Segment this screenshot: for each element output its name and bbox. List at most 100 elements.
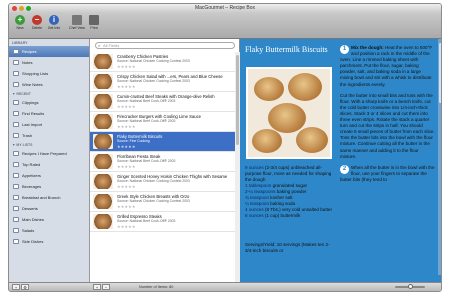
ingredient-quantity: 8 ounces: [245, 213, 264, 218]
recipe-row[interactable]: Cumin-crusted Beef Steaks with Orange-ol…: [90, 92, 240, 112]
ingredient-text: baking soda: [269, 201, 296, 206]
recipe-row[interactable]: Florribean Fiesta Steak Source: National …: [90, 152, 240, 172]
delete-button[interactable]: − Delete: [29, 15, 45, 30]
sidebar-item[interactable]: Salads: [9, 225, 89, 236]
search-placeholder: All Fields: [103, 43, 120, 48]
sidebar-item-label: Wine Notes: [22, 82, 43, 87]
sidebar-item-label: Notes: [22, 60, 33, 65]
add-list-button[interactable]: +: [12, 284, 20, 290]
recipe-row[interactable]: Greek Style Chicken Breasts with Orzo Sou…: [90, 192, 240, 212]
minimize-window-icon[interactable]: [19, 6, 24, 11]
step-number: 1: [340, 45, 349, 54]
list-scroll-thumb[interactable]: [236, 55, 239, 145]
add-recipe-button[interactable]: +: [93, 284, 101, 290]
recipe-thumbnail: [93, 154, 113, 169]
sidebar-item-label: Trash: [22, 133, 33, 138]
sidebar-item[interactable]: Beverages: [9, 181, 89, 192]
rating-stars[interactable]: ★★★★★: [117, 64, 136, 69]
sidebar-item[interactable]: Side Dishes: [9, 236, 89, 247]
sidebar-item-label: Main Dishes: [22, 217, 45, 222]
detail-scrollbar[interactable]: [438, 39, 441, 275]
zoom-slider-knob[interactable]: [408, 284, 413, 289]
new-button[interactable]: + New: [12, 15, 28, 30]
print-button[interactable]: Print: [86, 15, 102, 30]
recipe-thumbnail: [93, 134, 113, 149]
recipe-row-source: Source: National Chicken Cooking Contest…: [117, 79, 190, 83]
recipe-row[interactable]: Firecracker Burgers with Cooling Lime Sa…: [90, 112, 240, 132]
recipe-row[interactable]: Cranberry Chicken Pastries Source: Nation…: [90, 52, 240, 72]
list-icon: [13, 162, 19, 167]
chef-view-button[interactable]: Chef View: [69, 15, 85, 30]
rating-stars[interactable]: ★★★★★: [117, 184, 136, 189]
step-text: When all the butter is in the bowl with …: [340, 164, 435, 182]
recipe-row[interactable]: Flaky Buttermilk Biscuits Source: Fine Co…: [90, 132, 240, 152]
rating-stars[interactable]: ★★★★★: [117, 104, 136, 109]
plus-icon: +: [15, 15, 25, 25]
recipe-row-source: Source: National Chicken Cooking Contest…: [117, 199, 190, 203]
sidebar-item-label: Breakfast and Brunch: [22, 195, 61, 200]
list-icon: [13, 60, 19, 65]
sidebar-item[interactable]: Notes: [9, 57, 89, 68]
rating-stars[interactable]: ★★★★★: [117, 144, 136, 149]
sidebar-item-label: Recipes I Have Prepared: [22, 151, 67, 156]
sidebar-item[interactable]: Main Dishes: [9, 214, 89, 225]
rating-stars[interactable]: ★★★★★: [117, 204, 136, 209]
list-icon: [13, 49, 19, 54]
sidebar-item[interactable]: Clippings: [9, 97, 89, 108]
close-window-icon[interactable]: [12, 6, 17, 11]
remove-recipe-button[interactable]: −: [102, 284, 110, 290]
sidebar-item-label: Desserts: [22, 206, 38, 211]
rating-stars[interactable]: ★★★★★: [117, 124, 136, 129]
recipe-row[interactable]: Grilled Espresso Steaks Source: National …: [90, 212, 240, 232]
list-icon: [13, 195, 19, 200]
recipe-thumbnail: [93, 194, 113, 209]
recipe-row[interactable]: Ginger Scented Honey Hoisin Chicken Thig…: [90, 172, 240, 192]
rating-stars[interactable]: ★★★★★: [117, 224, 136, 229]
recipe-row-source: Source: National Beef Cook-Off® 2003: [117, 159, 176, 163]
direction-step: 2 When all the butter is in the bowl with…: [340, 164, 435, 183]
sidebar-item[interactable]: Shopping Lists: [9, 68, 89, 79]
recipe-row-source: Source: Fine Cooking: [117, 139, 150, 143]
sidebar-item[interactable]: Wine Notes: [9, 79, 89, 90]
recipe-row[interactable]: Crispy Chicken Salad with ...ers, Pears …: [90, 72, 240, 92]
detail-scroll-thumb[interactable]: [439, 43, 441, 103]
list-action-button[interactable]: ⚙: [21, 284, 29, 290]
recipe-detail-pane: Flaky Buttermilk Biscuits 9 ounces (2-3/…: [240, 39, 441, 284]
rating-stars[interactable]: ★★★★★: [117, 164, 136, 169]
sidebar-item[interactable]: Desserts: [9, 203, 89, 214]
list-icon: [13, 239, 19, 244]
recipe-thumbnail: [93, 54, 113, 69]
sidebar-item-label: Top Rated: [22, 162, 41, 167]
sidebar-item[interactable]: Recipes I Have Prepared: [9, 148, 89, 159]
app-window: MacGourmet – Recipe Box + New − Delete i Get …: [8, 3, 442, 292]
list-icon: [13, 173, 19, 178]
sidebar-item[interactable]: Last Import: [9, 119, 89, 130]
search-input[interactable]: ⌕ All Fields: [95, 42, 235, 49]
search-icon: ⌕: [98, 43, 101, 48]
recipe-row-source: Source: National Beef Cook-Off® 2003: [117, 219, 176, 223]
sidebar-item[interactable]: Recipes: [9, 46, 89, 57]
sidebar-item[interactable]: Top Rated: [9, 159, 89, 170]
ingredient-text: (1 cup) buttermilk: [263, 213, 301, 218]
get-info-button[interactable]: i Get Info: [46, 15, 62, 30]
step-lead: Mix the dough:: [351, 45, 384, 50]
recipe-thumbnail: [93, 214, 113, 229]
ingredient-quantity: 9 ounces: [245, 165, 264, 170]
recipe-thumbnail: [93, 174, 113, 189]
rating-stars[interactable]: ★★★★★: [117, 84, 136, 89]
sidebar-item[interactable]: Find Results: [9, 108, 89, 119]
step-number: 2: [340, 164, 349, 174]
toolbar-label: Delete: [31, 26, 43, 30]
servings-yield: Servings/Yield: 10 servings (Makes ten 2…: [245, 242, 330, 253]
zoom-slider[interactable]: [395, 284, 425, 289]
zoom-window-icon[interactable]: [26, 6, 31, 11]
sidebar-item[interactable]: Appetizers: [9, 170, 89, 181]
recipe-thumbnail: [93, 74, 113, 89]
recipe-list: Cranberry Chicken Pastries Source: Nation…: [90, 52, 240, 232]
ingredient-line: 8 ounces (1 cup) buttermilk: [245, 213, 337, 219]
sidebar-item-label: Side Dishes: [22, 239, 44, 244]
sidebar-item[interactable]: Breakfast and Brunch: [9, 192, 89, 203]
sidebar-item[interactable]: Trash: [9, 130, 89, 141]
info-icon: i: [49, 15, 59, 25]
ingredient-quantity: 1 tablespoon: [245, 183, 272, 188]
